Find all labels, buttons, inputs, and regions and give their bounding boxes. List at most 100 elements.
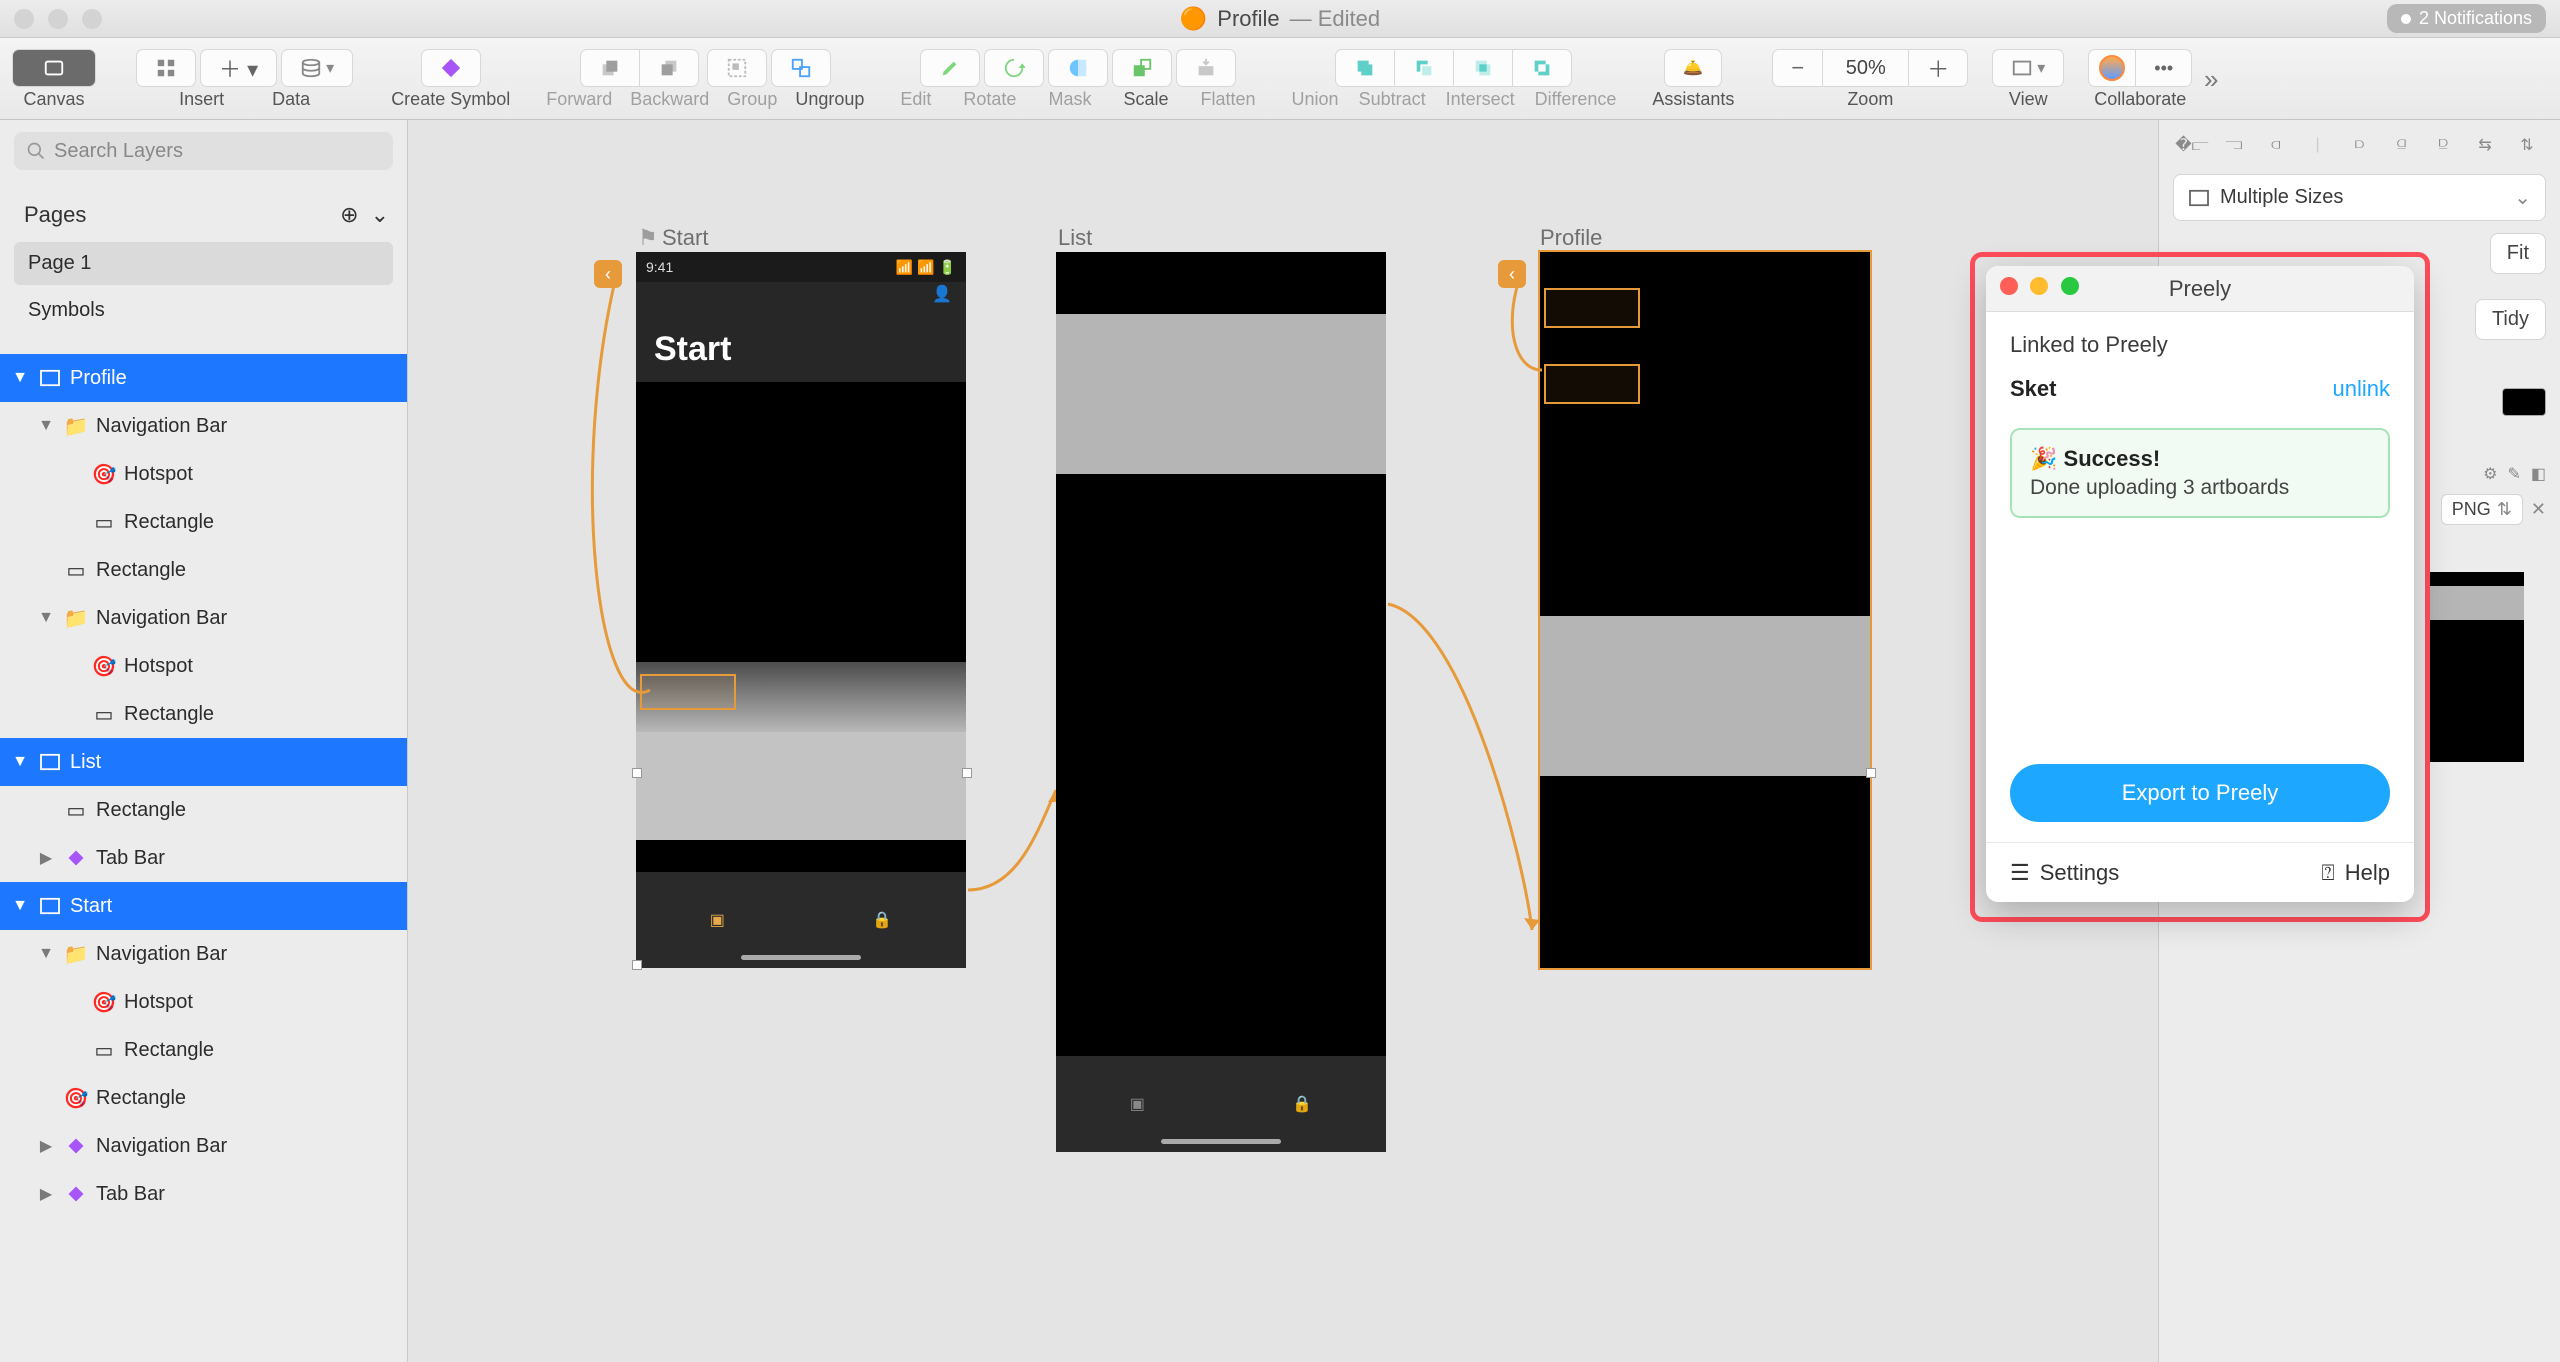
artboard-icon [38,752,62,772]
notifications-badge[interactable]: 2 Notifications [2387,4,2546,33]
align-left-button[interactable]: �⫍ [2179,132,2205,158]
toolbar-label: Insert [179,89,224,110]
union-button[interactable] [1335,49,1395,87]
layer-artboard-list[interactable]: ▼ List [0,738,407,786]
search-layers-input[interactable]: Search Layers [14,132,393,170]
flatten-icon [1195,57,1217,79]
data-menu-button[interactable]: ▾ [281,49,353,87]
scale-button[interactable] [1112,49,1172,87]
layer-artboard-start[interactable]: ▼ Start [0,882,407,930]
hotspot[interactable] [1544,364,1640,404]
export-edit-button[interactable]: ✎ [2507,464,2520,484]
preely-close-button[interactable] [2000,277,2018,295]
tab-icon-1: ▣ [710,910,725,930]
preely-help-button[interactable]: ⍰ Help [2322,860,2390,886]
export-format-selector[interactable]: PNG⇅ [2441,494,2523,525]
distribute-v-button[interactable]: ⇅ [2514,132,2540,158]
fit-button[interactable]: Fit [2490,233,2546,274]
layer-group[interactable]: ▼ 📁 Navigation Bar [0,930,407,978]
layer-rectangle[interactable]: ▭ Rectangle [0,498,407,546]
edit-button[interactable] [920,49,980,87]
toolbar-label: Backward [630,89,709,110]
layer-symbol[interactable]: ▶ Tab Bar [0,834,407,882]
hotspot[interactable] [1544,288,1640,328]
preely-zoom-button[interactable] [2061,277,2079,295]
zoom-in-button[interactable]: ＋ [1909,49,1968,87]
zoom-window-button[interactable] [82,9,102,29]
toolbar-label: Mask [1048,89,1091,110]
align-top-button[interactable]: ⫐ [2347,132,2373,158]
help-icon: ⍰ [2322,860,2335,886]
artboard-start[interactable]: 9:41📶 📶 🔋 👤 Start ▣ 🔒 [636,252,966,968]
layer-symbol[interactable]: ▶ Navigation Bar [0,1122,407,1170]
export-remove-button[interactable]: ✕ [2531,499,2546,520]
artboard-size-selector[interactable]: Multiple Sizes ⌄ [2173,174,2546,221]
minimize-window-button[interactable] [48,9,68,29]
thumbnail[interactable] [2428,572,2524,762]
toolbar-overflow-button[interactable]: » [2198,64,2224,95]
prototype-back-badge[interactable]: ‹ [1498,260,1526,288]
layer-hotspot[interactable]: 🎯 Rectangle [0,1074,407,1122]
artboard-profile[interactable] [1540,252,1870,968]
canvas-toggle-button[interactable] [12,49,96,87]
flтипова-button[interactable] [1176,49,1236,87]
canvas[interactable]: ⚑Start List Profile 9:41📶 📶 🔋 👤 Start ▣ … [408,120,2158,1362]
preely-export-button[interactable]: Export to Preely [2010,764,2390,822]
layer-symbol[interactable]: ▶ Tab Bar [0,1170,407,1218]
layer-hotspot[interactable]: 🎯 Hotspot [0,450,407,498]
layer-hotspot[interactable]: 🎯 Hotspot [0,978,407,1026]
preely-minimize-button[interactable] [2030,277,2048,295]
zoom-out-button[interactable]: − [1772,49,1823,87]
assistants-button[interactable]: 🛎️ [1664,49,1722,87]
layer-rectangle[interactable]: ▭ Rectangle [0,786,407,834]
symbol-icon [64,848,88,868]
prototype-start-badge[interactable]: ‹ [594,260,622,288]
group-icon [726,57,748,79]
rotate-button[interactable] [984,49,1044,87]
artboard-label[interactable]: List [1058,225,1092,251]
page-item[interactable]: Page 1 [14,242,393,285]
forward-button[interactable] [580,49,640,87]
distribute-h-button[interactable]: ⇆ [2472,132,2498,158]
align-center-v-button[interactable]: ⫑ [2388,132,2414,158]
insert-grid-button[interactable] [136,49,196,87]
view-menu-button[interactable]: ▾ [1992,49,2064,87]
export-settings-button[interactable]: ⚙ [2483,464,2497,484]
preely-titlebar[interactable]: Preely [1986,266,2414,312]
tidy-button[interactable]: Tidy [2475,299,2546,340]
artboard-list[interactable]: ▣ 🔒 [1056,252,1386,1152]
group-button[interactable] [707,49,767,87]
collaborate-menu-button[interactable]: ••• [2136,49,2192,87]
hotspot[interactable] [640,674,736,710]
layer-rectangle[interactable]: ▭ Rectangle [0,1026,407,1074]
layer-rectangle[interactable]: ▭ Rectangle [0,690,407,738]
layer-group[interactable]: ▼ 📁 Navigation Bar [0,402,407,450]
align-right-button[interactable]: ⫏ [2263,132,2289,158]
artboard-label[interactable]: Profile [1540,225,1602,251]
difference-button[interactable] [1513,49,1572,87]
backward-button[interactable] [640,49,699,87]
close-window-button[interactable] [14,9,34,29]
create-symbol-button[interactable] [421,49,481,87]
insert-menu-button[interactable]: ＋ ▾ [200,49,277,87]
background-color-swatch[interactable] [2502,388,2546,416]
intersect-button[interactable] [1454,49,1513,87]
layer-group[interactable]: ▼ 📁 Navigation Bar [0,594,407,642]
collaborate-avatar[interactable] [2088,49,2136,87]
preely-unlink-button[interactable]: unlink [2333,376,2390,402]
align-center-h-button[interactable]: ⫎ [2221,132,2247,158]
preely-settings-button[interactable]: ☰ Settings [2010,860,2119,886]
layer-rectangle[interactable]: ▭ Rectangle [0,546,407,594]
layer-artboard-profile[interactable]: ▼ Profile [0,354,407,402]
zoom-value[interactable]: 50% [1823,49,1909,87]
mask-button[interactable] [1048,49,1108,87]
page-item[interactable]: Symbols [14,289,393,332]
add-page-button[interactable]: ⊕ [340,202,358,228]
align-bottom-button[interactable]: ⫒ [2430,132,2456,158]
export-preview-button[interactable]: ◧ [2531,464,2546,484]
layer-hotspot[interactable]: 🎯 Hotspot [0,642,407,690]
ungroup-button[interactable] [771,49,831,87]
artboard-label[interactable]: ⚑Start [638,225,708,251]
subtract-button[interactable] [1395,49,1454,87]
pages-collapse-button[interactable]: ⌄ [371,202,389,228]
